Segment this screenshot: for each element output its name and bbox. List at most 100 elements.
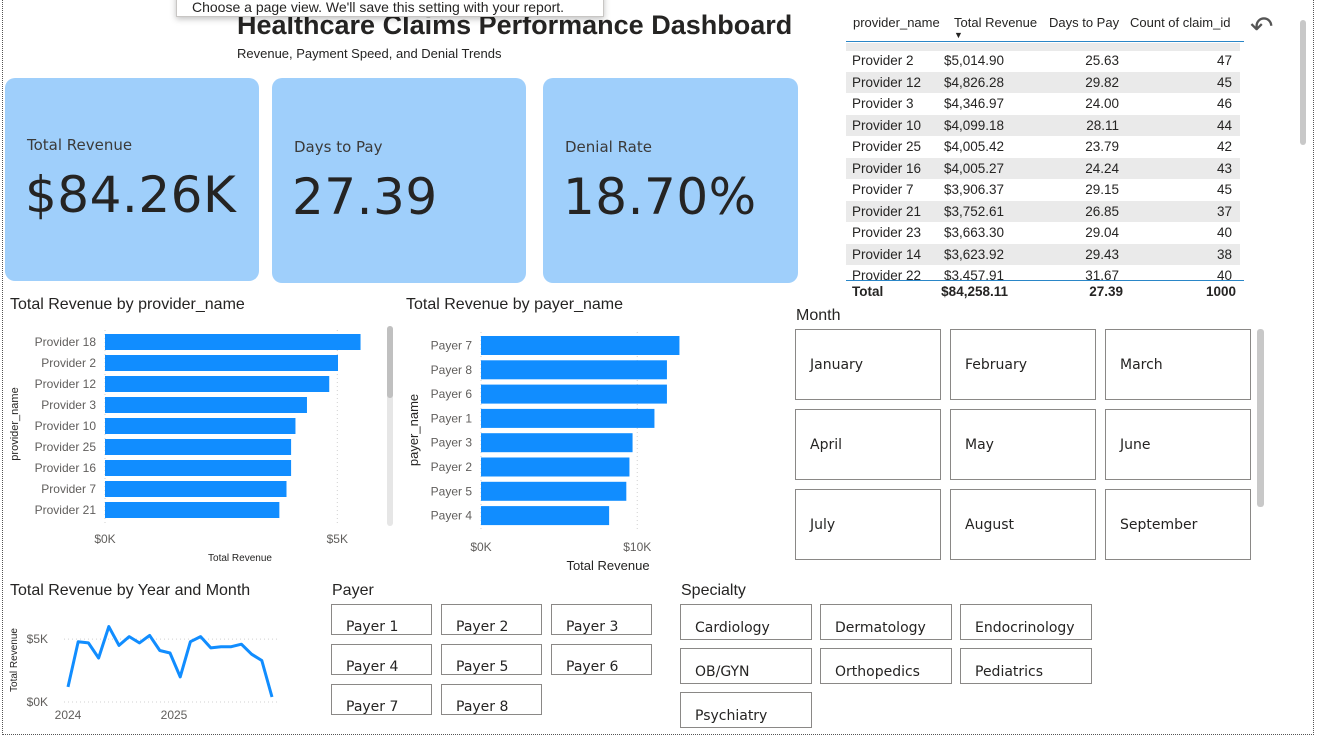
table-row[interactable]: Provider 22 $3,457.91 31.67 40 xyxy=(846,265,1240,280)
table-row[interactable]: Provider 12 $4,826.28 29.82 45 xyxy=(846,71,1240,93)
undo-icon[interactable]: ↶ xyxy=(1250,10,1273,43)
bar xyxy=(105,502,280,518)
payer-tile-payer-5[interactable]: Payer 5 xyxy=(441,644,542,675)
specialty-tile-pediatrics[interactable]: Pediatrics xyxy=(960,648,1092,684)
month-tile-july[interactable]: July xyxy=(795,489,941,560)
sort-descending-icon[interactable]: ▼ xyxy=(954,30,963,40)
column-header-days[interactable]: Days to Pay xyxy=(1049,15,1119,30)
kpi-value: $84.26K xyxy=(25,166,237,224)
cell-revenue: $4,005.42 xyxy=(943,139,1004,154)
table-scrollbar[interactable] xyxy=(1300,20,1306,145)
cell-count: 38 xyxy=(1216,246,1232,262)
month-tile-august[interactable]: August xyxy=(950,489,1096,560)
kpi-card-denial-rate[interactable]: Denial Rate 18.70% xyxy=(543,78,798,283)
bar xyxy=(481,481,627,501)
tile-label: September xyxy=(1120,517,1198,533)
tile-label: January xyxy=(810,357,864,373)
total-label: Total xyxy=(852,284,884,299)
month-tile-january[interactable]: January xyxy=(795,329,941,400)
category-label: Provider 12 xyxy=(35,377,97,391)
kpi-card-total-revenue[interactable]: Total Revenue $84.26K xyxy=(5,78,259,281)
cell-revenue: $3,752.61 xyxy=(943,203,1004,219)
table-row[interactable]: Provider 14 $3,623.92 29.43 38 xyxy=(846,243,1240,265)
table-row[interactable]: Provider 21 $3,752.61 26.85 37 xyxy=(846,200,1240,222)
kpi-label: Days to Pay xyxy=(294,138,383,156)
specialty-slicer-title: Specialty xyxy=(681,582,746,599)
bar xyxy=(105,397,307,413)
cell-days: 31.67 xyxy=(1085,268,1119,280)
table-row[interactable]: Provider 3 $4,346.97 24.00 46 xyxy=(846,93,1240,115)
month-tile-may[interactable]: May xyxy=(950,409,1096,480)
column-header-revenue[interactable]: Total Revenue xyxy=(954,15,1037,30)
cell-days: 25.63 xyxy=(1085,53,1119,68)
x-tick-label: $0K xyxy=(94,532,115,546)
specialty-tile-ob-gyn[interactable]: OB/GYN xyxy=(680,648,812,684)
table-total-row: Total $84,258.11 27.39 1000 xyxy=(846,280,1244,302)
cell-count: 42 xyxy=(1216,139,1232,154)
tile-label: Cardiology xyxy=(695,620,770,636)
table-header: provider_name Total Revenue ▼ Days to Pa… xyxy=(846,10,1244,42)
y-axis-title: Total Revenue xyxy=(9,628,20,692)
cell-days: 24.24 xyxy=(1085,160,1119,176)
category-label: Payer 6 xyxy=(431,387,473,401)
bar xyxy=(481,360,667,380)
column-header-provider[interactable]: provider_name xyxy=(853,15,940,30)
cell-provider: Provider 12 xyxy=(852,74,922,90)
x-tick-label: 2024 xyxy=(55,708,82,722)
tile-label: Psychiatry xyxy=(695,708,768,724)
tile-label: February xyxy=(965,357,1028,373)
payer-tile-payer-1[interactable]: Payer 1 xyxy=(331,604,432,635)
table-row[interactable]: Provider 25 $4,005.42 23.79 42 xyxy=(846,136,1240,158)
cell-provider: Provider 3 xyxy=(852,96,914,111)
payer-bar-chart[interactable]: $0K $10K Payer 7 Payer 8 Payer 6 Payer 1 Payer… xyxy=(400,318,780,580)
provider-chart-scrollbar[interactable] xyxy=(387,326,393,398)
category-label: Payer 4 xyxy=(431,509,473,523)
payer-tile-payer-8[interactable]: Payer 8 xyxy=(441,684,542,715)
cell-provider: Provider 22 xyxy=(852,268,922,280)
column-header-count[interactable]: Count of claim_id xyxy=(1130,15,1230,30)
total-revenue: $84,258.11 xyxy=(941,284,1008,299)
table-body[interactable]: Provider 2 $5,014.90 25.63 47 Provider 12 $4,… xyxy=(846,43,1244,280)
month-tile-april[interactable]: April xyxy=(795,409,941,480)
cell-provider: Provider 23 xyxy=(852,225,922,240)
payer-tile-payer-2[interactable]: Payer 2 xyxy=(441,604,542,635)
provider-bar-chart[interactable]: $0K $5K Provider 18 Provider 2 Provider 12 Pr… xyxy=(0,318,400,568)
specialty-tile-psychiatry[interactable]: Psychiatry xyxy=(680,692,812,728)
specialty-tile-endocrinology[interactable]: Endocrinology xyxy=(960,604,1092,640)
table-row[interactable]: Provider 7 $3,906.37 29.15 45 xyxy=(846,179,1240,201)
y-axis-title: provider_name xyxy=(9,387,21,460)
table-row[interactable]: Provider 16 $4,005.27 24.24 43 xyxy=(846,157,1240,179)
payer-tile-payer-7[interactable]: Payer 7 xyxy=(331,684,432,715)
tile-label: Payer 4 xyxy=(346,659,399,675)
table-row[interactable]: Provider 10 $4,099.18 28.11 44 xyxy=(846,114,1240,136)
payer-tile-payer-6[interactable]: Payer 6 xyxy=(551,644,652,675)
month-tile-september[interactable]: September xyxy=(1105,489,1251,560)
y-axis-title: payer_name xyxy=(406,394,421,466)
x-axis-title: Total Revenue xyxy=(566,558,649,573)
cell-revenue: $3,906.37 xyxy=(943,182,1004,197)
month-tile-june[interactable]: June xyxy=(1105,409,1251,480)
payer-tile-payer-3[interactable]: Payer 3 xyxy=(551,604,652,635)
cell-count: 46 xyxy=(1216,96,1232,111)
bar xyxy=(105,355,338,371)
payer-tile-payer-4[interactable]: Payer 4 xyxy=(331,644,432,675)
kpi-card-days-to-pay[interactable]: Days to Pay 27.39 xyxy=(272,78,526,283)
category-label: Provider 2 xyxy=(41,356,96,370)
table-row[interactable]: Provider 2 $5,014.90 25.63 47 xyxy=(846,50,1240,72)
bar xyxy=(481,457,630,477)
specialty-tile-orthopedics[interactable]: Orthopedics xyxy=(820,648,952,684)
bar xyxy=(481,506,610,526)
specialty-tile-cardiology[interactable]: Cardiology xyxy=(680,604,812,640)
revenue-line-chart[interactable]: $0K $5K 2024 2025 Total Revenue xyxy=(0,604,300,732)
y-tick-label: $5K xyxy=(27,632,48,646)
specialty-tile-dermatology[interactable]: Dermatology xyxy=(820,604,952,640)
total-days: 27.39 xyxy=(1089,284,1123,299)
month-tile-february[interactable]: February xyxy=(950,329,1096,400)
tile-label: Payer 3 xyxy=(566,619,619,635)
month-slicer-scrollbar[interactable] xyxy=(1257,329,1264,507)
y-tick-label: $0K xyxy=(27,695,48,709)
tile-label: June xyxy=(1120,437,1151,453)
tile-label: Pediatrics xyxy=(975,664,1044,680)
month-tile-march[interactable]: March xyxy=(1105,329,1251,400)
table-row[interactable]: Provider 23 $3,663.30 29.04 40 xyxy=(846,222,1240,244)
